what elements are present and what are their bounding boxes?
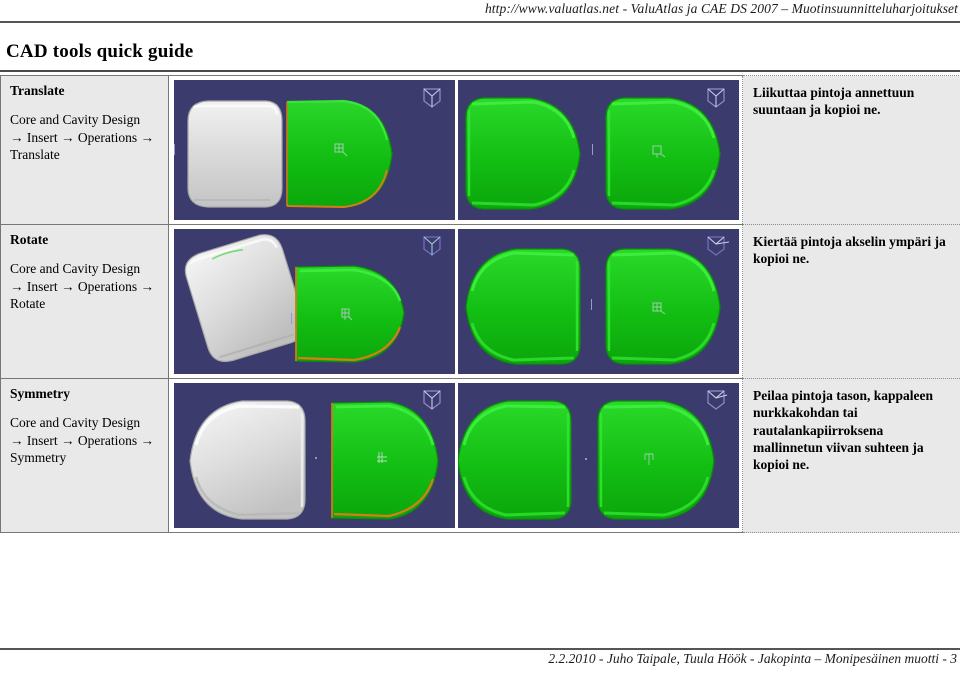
image-cell-before-symmetry — [168, 378, 456, 533]
command-menu-path: Core and Cavity Design → Insert → Operat… — [10, 111, 159, 164]
menu-path-line3: Translate — [10, 147, 60, 163]
viewport-tick — [291, 313, 293, 324]
menu-path-line3: Symmetry — [10, 450, 67, 466]
image-cell-after-rotate — [455, 224, 743, 379]
page-header: http://www.valuatlas.net - ValuAtlas ja … — [0, 0, 960, 24]
note-cell-translate: Liikuttaa pintoja annettuun suuntaan ja … — [742, 75, 960, 225]
title-divider — [0, 70, 960, 72]
menu-path-line3: Rotate — [10, 296, 46, 312]
table-row: Translate Core and Cavity Design → Inser… — [0, 75, 960, 225]
page-title: CAD tools quick guide — [6, 41, 194, 62]
command-menu-path: Core and Cavity Design → Insert → Operat… — [10, 414, 159, 467]
menu-path-line2: → Insert → Operations → — [10, 129, 154, 145]
cad-viewport-before-symmetry — [174, 383, 456, 528]
note-cell-rotate: Kiertää pintoja akselin ympäri ja kopioi… — [742, 224, 960, 379]
cad-viewport-before-translate — [174, 80, 456, 220]
cad-tools-table: Translate Core and Cavity Design → Inser… — [0, 75, 960, 533]
viewport-tick — [591, 299, 593, 310]
image-cell-before-rotate — [168, 224, 456, 379]
command-cell-symmetry: Symmetry Core and Cavity Design → Insert… — [0, 378, 169, 533]
command-cell-translate: Translate Core and Cavity Design → Inser… — [0, 75, 169, 225]
cad-model-two-green-rotated — [465, 248, 721, 365]
cad-model-two-mirrored-green — [458, 400, 715, 520]
note-text: Liikuttaa pintoja annettuun suuntaan ja … — [753, 85, 915, 118]
header-divider — [0, 21, 960, 23]
image-cell-after-symmetry — [455, 378, 743, 533]
cad-viewport-after-translate — [458, 80, 740, 220]
note-text: Peilaa pintoja tason, kappaleen nurkkako… — [753, 388, 934, 473]
cad-model-gray-and-green — [187, 99, 393, 209]
cad-model-two-green — [465, 97, 721, 210]
menu-path-line2: → Insert → Operations → — [10, 432, 154, 448]
cad-viewport-after-symmetry — [458, 383, 740, 528]
image-cell-after-translate — [455, 75, 743, 225]
command-menu-path: Core and Cavity Design → Insert → Operat… — [10, 260, 159, 313]
table-row: Symmetry Core and Cavity Design → Insert… — [0, 378, 960, 533]
footer-divider — [0, 648, 960, 650]
image-cell-before-translate — [168, 75, 456, 225]
menu-path-line1: Core and Cavity Design — [10, 260, 141, 276]
note-cell-symmetry: Peilaa pintoja tason, kappaleen nurkkako… — [742, 378, 960, 533]
command-name: Symmetry — [10, 386, 70, 401]
menu-path-line1: Core and Cavity Design — [10, 414, 141, 430]
cad-model-rotated-gray-and-green — [185, 234, 405, 363]
cad-viewport-after-rotate — [458, 229, 740, 374]
note-text: Kiertää pintoja akselin ympäri ja kopioi… — [753, 234, 946, 267]
viewport-tick — [592, 144, 594, 155]
command-cell-rotate: Rotate Core and Cavity Design → Insert →… — [0, 224, 169, 379]
viewport-tick — [174, 144, 176, 155]
menu-path-line1: Core and Cavity Design — [10, 111, 141, 127]
header-source-text: http://www.valuatlas.net - ValuAtlas ja … — [484, 1, 958, 16]
footer-credits-text: 2.2.2010 - Juho Taipale, Tuula Höök - Ja… — [548, 651, 957, 666]
cad-viewport-before-rotate — [174, 229, 456, 374]
command-name: Translate — [10, 83, 65, 98]
cad-model-mirrored-gray-and-green — [189, 400, 439, 520]
command-name: Rotate — [10, 232, 49, 247]
menu-path-line2: → Insert → Operations → — [10, 278, 154, 294]
table-row: Rotate Core and Cavity Design → Insert →… — [0, 224, 960, 379]
